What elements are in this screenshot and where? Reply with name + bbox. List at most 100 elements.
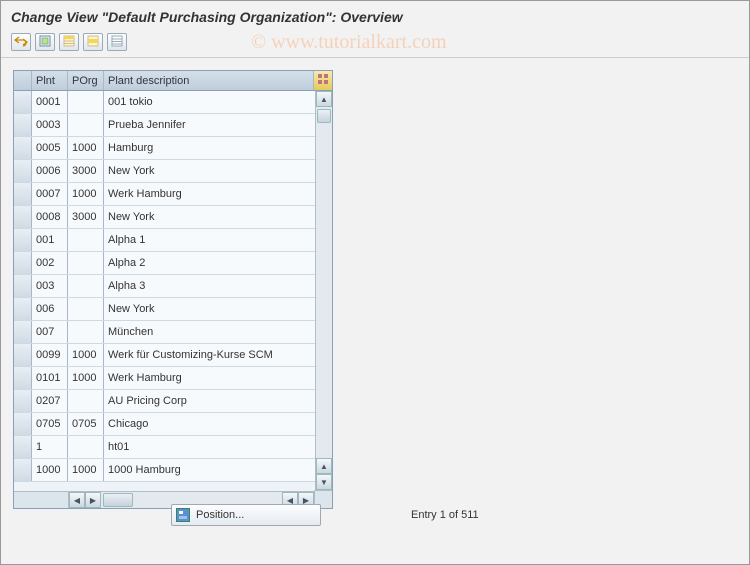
cell-desc[interactable]: Alpha 2 (104, 252, 332, 274)
cell-porg[interactable]: 1000 (68, 183, 104, 205)
cell-plnt[interactable]: 0003 (32, 114, 68, 136)
cell-porg[interactable] (68, 252, 104, 274)
cell-porg[interactable]: 1000 (68, 344, 104, 366)
table-row[interactable]: 00051000Hamburg (14, 137, 332, 160)
table-row[interactable]: 07050705Chicago (14, 413, 332, 436)
row-selector[interactable] (14, 137, 32, 159)
cell-desc[interactable]: Alpha 3 (104, 275, 332, 297)
cell-desc[interactable]: München (104, 321, 332, 343)
cell-plnt[interactable]: 001 (32, 229, 68, 251)
cell-desc[interactable]: New York (104, 298, 332, 320)
cell-porg[interactable] (68, 436, 104, 458)
row-selector[interactable] (14, 413, 32, 435)
row-selector[interactable] (14, 367, 32, 389)
row-selector[interactable] (14, 321, 32, 343)
table-row[interactable]: 0003 Prueba Jennifer (14, 114, 332, 137)
cell-porg[interactable] (68, 229, 104, 251)
toolbar-btn-other[interactable] (35, 33, 55, 51)
col-header-selector[interactable] (14, 71, 32, 90)
table-row[interactable]: 1 ht01 (14, 436, 332, 459)
row-selector[interactable] (14, 252, 32, 274)
table-row[interactable]: 00083000New York (14, 206, 332, 229)
toolbar-btn-undo[interactable] (11, 33, 31, 51)
cell-plnt[interactable]: 1 (32, 436, 68, 458)
row-selector[interactable] (14, 160, 32, 182)
cell-plnt[interactable]: 0006 (32, 160, 68, 182)
row-selector[interactable] (14, 91, 32, 113)
cell-desc[interactable]: AU Pricing Corp (104, 390, 332, 412)
row-selector[interactable] (14, 229, 32, 251)
cell-desc[interactable]: 1000 Hamburg (104, 459, 332, 481)
col-header-plnt[interactable]: Plnt (32, 71, 68, 90)
cell-desc[interactable]: New York (104, 206, 332, 228)
cell-desc[interactable]: New York (104, 160, 332, 182)
cell-porg[interactable]: 1000 (68, 137, 104, 159)
toolbar-btn-select-all[interactable] (59, 33, 79, 51)
cell-plnt[interactable]: 0101 (32, 367, 68, 389)
row-selector[interactable] (14, 206, 32, 228)
toolbar-btn-deselect-all[interactable] (107, 33, 127, 51)
cell-plnt[interactable]: 0008 (32, 206, 68, 228)
table-row[interactable]: 002 Alpha 2 (14, 252, 332, 275)
row-selector[interactable] (14, 298, 32, 320)
cell-plnt[interactable]: 0099 (32, 344, 68, 366)
cell-desc[interactable]: Chicago (104, 413, 332, 435)
vertical-scroll-track[interactable] (316, 107, 332, 458)
scroll-down-button[interactable]: ▼ (316, 474, 332, 490)
row-selector[interactable] (14, 436, 32, 458)
cell-porg[interactable] (68, 275, 104, 297)
cell-plnt[interactable]: 006 (32, 298, 68, 320)
cell-desc[interactable]: ht01 (104, 436, 332, 458)
cell-desc[interactable]: Werk Hamburg (104, 183, 332, 205)
table-row[interactable]: 007 München (14, 321, 332, 344)
vertical-scroll-thumb[interactable] (317, 109, 331, 123)
row-selector[interactable] (14, 459, 32, 481)
cell-plnt[interactable]: 0005 (32, 137, 68, 159)
cell-porg[interactable] (68, 114, 104, 136)
toolbar-btn-select-block[interactable] (83, 33, 103, 51)
table-row[interactable]: 00063000New York (14, 160, 332, 183)
cell-plnt[interactable]: 0001 (32, 91, 68, 113)
cell-desc[interactable]: 001 tokio (104, 91, 332, 113)
table-row[interactable]: 00991000Werk für Customizing-Kurse SCM (14, 344, 332, 367)
cell-porg[interactable]: 1000 (68, 367, 104, 389)
cell-desc[interactable]: Alpha 1 (104, 229, 332, 251)
cell-porg[interactable] (68, 298, 104, 320)
cell-desc[interactable]: Hamburg (104, 137, 332, 159)
scroll-up-button[interactable]: ▲ (316, 91, 332, 107)
table-row[interactable]: 00071000Werk Hamburg (14, 183, 332, 206)
cell-plnt[interactable]: 0207 (32, 390, 68, 412)
cell-desc[interactable]: Werk Hamburg (104, 367, 332, 389)
cell-plnt[interactable]: 003 (32, 275, 68, 297)
scroll-down-optional[interactable]: ▲ (316, 458, 332, 474)
col-header-desc[interactable]: Plant description (104, 71, 314, 90)
cell-plnt[interactable]: 002 (32, 252, 68, 274)
col-header-porg[interactable]: POrg (68, 71, 104, 90)
row-selector[interactable] (14, 183, 32, 205)
table-row[interactable]: 006 New York (14, 298, 332, 321)
position-button[interactable]: Position... (171, 504, 321, 526)
cell-desc[interactable]: Werk für Customizing-Kurse SCM (104, 344, 332, 366)
table-row[interactable]: 100010001000 Hamburg (14, 459, 332, 482)
table-config-button[interactable] (314, 71, 332, 90)
cell-porg[interactable] (68, 390, 104, 412)
row-selector[interactable] (14, 390, 32, 412)
table-row[interactable]: 01011000Werk Hamburg (14, 367, 332, 390)
cell-plnt[interactable]: 1000 (32, 459, 68, 481)
table-row[interactable]: 003 Alpha 3 (14, 275, 332, 298)
table-row[interactable]: 0001 001 tokio (14, 91, 332, 114)
cell-porg[interactable]: 3000 (68, 160, 104, 182)
cell-plnt[interactable]: 007 (32, 321, 68, 343)
cell-porg[interactable]: 1000 (68, 459, 104, 481)
table-row[interactable]: 001 Alpha 1 (14, 229, 332, 252)
cell-porg[interactable]: 3000 (68, 206, 104, 228)
cell-plnt[interactable]: 0007 (32, 183, 68, 205)
row-selector[interactable] (14, 114, 32, 136)
cell-desc[interactable]: Prueba Jennifer (104, 114, 332, 136)
vertical-scrollbar[interactable]: ▲ ▲ ▼ (315, 91, 332, 490)
cell-porg[interactable] (68, 91, 104, 113)
cell-plnt[interactable]: 0705 (32, 413, 68, 435)
cell-porg[interactable] (68, 321, 104, 343)
table-row[interactable]: 0207 AU Pricing Corp (14, 390, 332, 413)
row-selector[interactable] (14, 275, 32, 297)
